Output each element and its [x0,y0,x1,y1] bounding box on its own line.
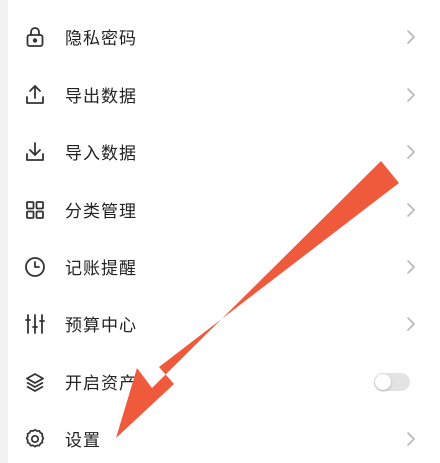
upload-icon [23,83,47,107]
menu-item-budget-center[interactable]: 预算中心 [8,295,440,352]
toggle-knob [375,373,391,390]
menu-item-privacy-password[interactable]: 隐私密码 [8,8,440,65]
sliders-icon [23,312,47,336]
menu-item-label: 导出数据 [65,87,137,107]
menu-item-label: 设置 [65,431,101,451]
menu-item-label: 开启资产 [65,374,137,394]
chevron-right-icon [406,431,416,447]
clock-icon [23,255,47,279]
menu-item-bookkeeping-reminder[interactable]: 记账提醒 [8,238,440,295]
menu-item-label: 隐私密码 [65,29,137,49]
lock-icon [23,25,47,49]
menu-item-label: 记账提醒 [65,259,137,279]
chevron-right-icon [406,144,416,160]
menu-item-enable-assets: 开启资产 [8,353,440,410]
grid-icon [23,198,47,222]
settings-menu-card: 隐私密码 导出数据 导入数据 分类管理 记账提醒 预算中心 开启资产 设置 [8,0,440,463]
chevron-right-icon [406,29,416,45]
menu-item-export-data[interactable]: 导出数据 [8,66,440,123]
menu-item-label: 导入数据 [65,144,137,164]
enable-assets-toggle[interactable] [374,372,410,391]
chevron-right-icon [406,87,416,103]
download-icon [23,140,47,164]
layers-icon [23,370,47,394]
menu-item-label: 分类管理 [65,202,137,222]
menu-item-label: 预算中心 [65,316,137,336]
menu-item-category-management[interactable]: 分类管理 [8,181,440,238]
menu-item-settings[interactable]: 设置 [8,410,440,463]
screen: 隐私密码 导出数据 导入数据 分类管理 记账提醒 预算中心 开启资产 设置 [0,0,440,463]
menu-item-import-data[interactable]: 导入数据 [8,123,440,180]
chevron-right-icon [406,259,416,275]
chevron-right-icon [406,202,416,218]
gear-icon [23,427,47,451]
chevron-right-icon [406,316,416,332]
